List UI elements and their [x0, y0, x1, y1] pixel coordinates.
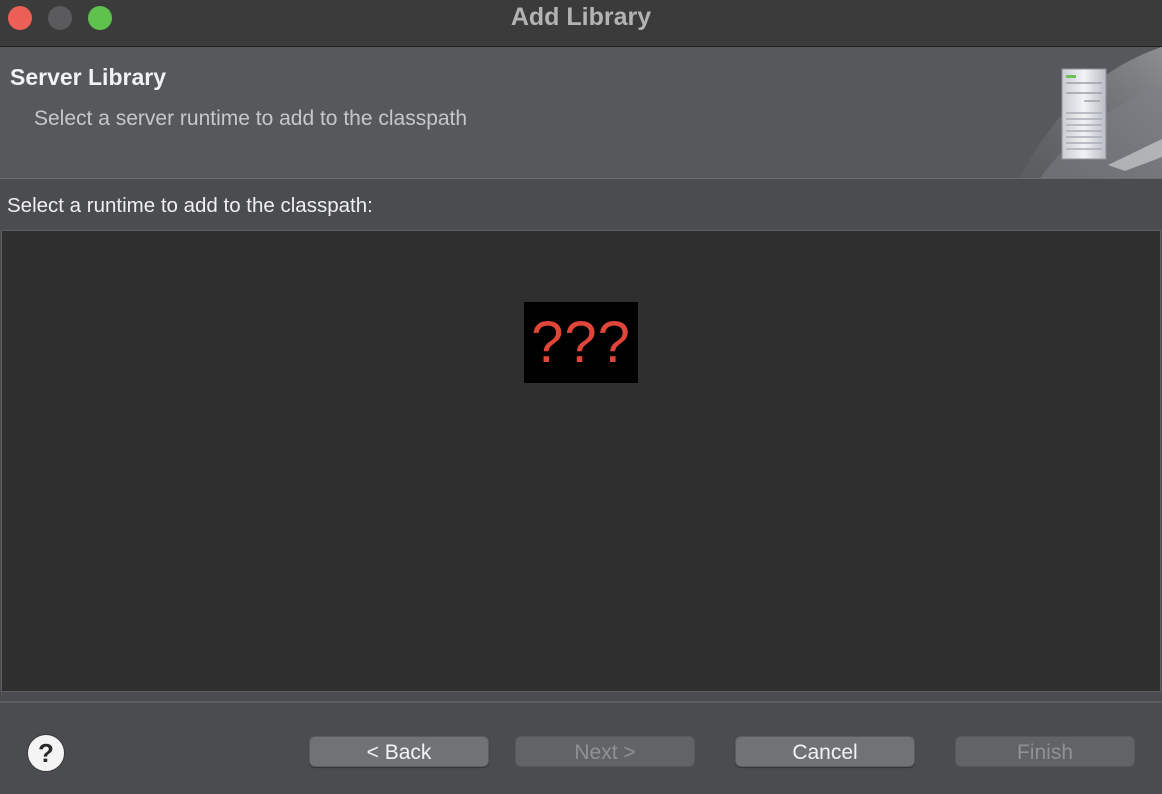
window-title: Add Library — [510, 3, 652, 31]
footer-separator — [0, 701, 1162, 703]
runtime-list[interactable]: ??? — [1, 230, 1161, 692]
banner-title: Server Library — [10, 64, 166, 90]
banner-description: Select a server runtime to add to the cl… — [34, 107, 468, 130]
wizard-banner: Server Library Select a server runtime t… — [0, 47, 1162, 179]
server-tower-icon — [1020, 47, 1162, 178]
next-button[interactable]: Next > — [515, 736, 695, 767]
back-button[interactable]: < Back — [309, 736, 489, 767]
title-bar: Add Library — [0, 0, 1162, 47]
help-icon[interactable]: ? — [27, 734, 65, 772]
finish-button[interactable]: Finish — [955, 736, 1135, 767]
missing-image-placeholder: ??? — [524, 302, 638, 383]
cancel-button[interactable]: Cancel — [735, 736, 915, 767]
runtime-select-label: Select a runtime to add to the classpath… — [7, 194, 373, 217]
